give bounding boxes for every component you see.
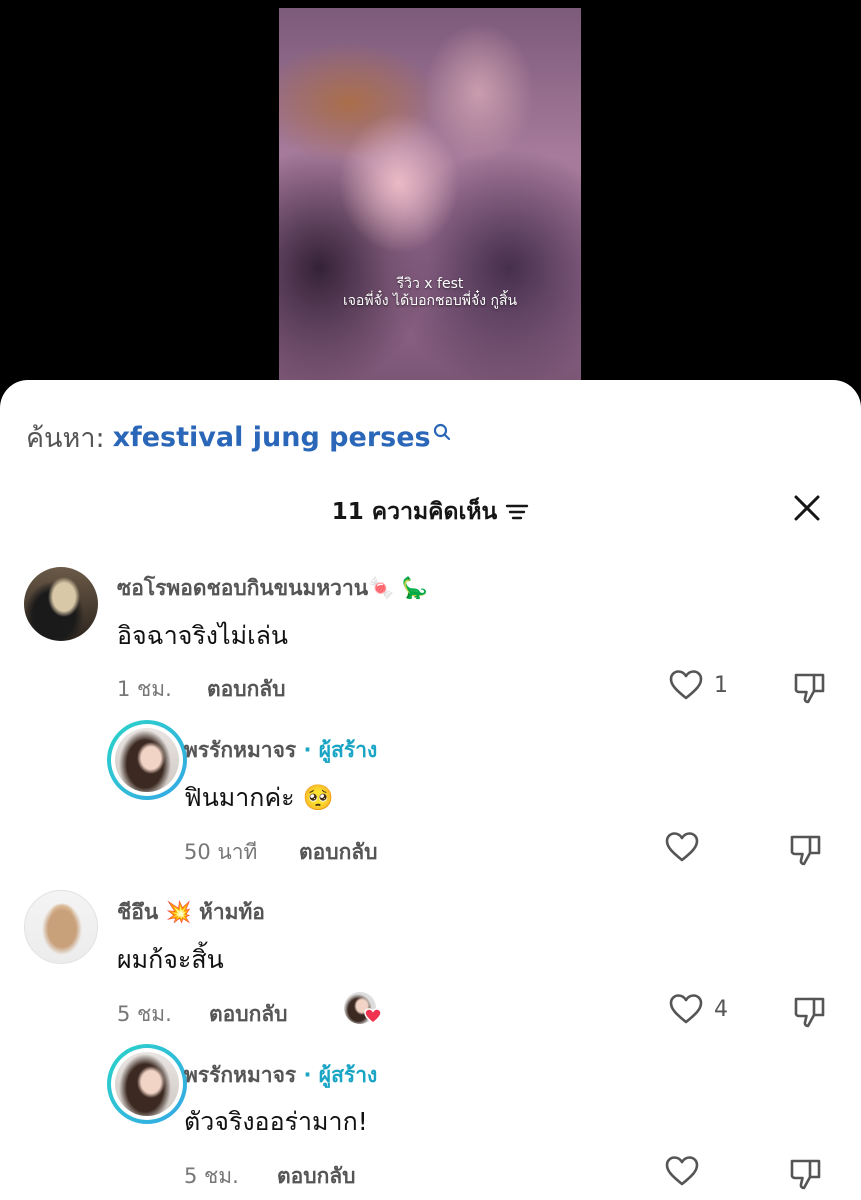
video-caption-line1: รีวิว x fest xyxy=(396,276,464,292)
comment-text: ฟินมากค่ะ 🥺 xyxy=(184,783,334,812)
close-icon xyxy=(794,495,820,521)
like-count: 4 xyxy=(714,996,728,1022)
comment-time: 5 ชม. xyxy=(117,1002,172,1026)
comment-time: 50 นาที xyxy=(184,840,258,864)
heart-filled-icon xyxy=(364,1008,382,1024)
comment-author[interactable]: ซอโรพอดชอบกินขนมหวาน🍬 🦕 xyxy=(117,572,428,605)
video-caption: รีวิว x fest เจอพี่จั๋ง ได้บอกชอบพี่จั๋ง… xyxy=(279,276,581,310)
reply-button[interactable]: ตอบกลับ xyxy=(277,1160,356,1193)
creator-avatar[interactable] xyxy=(107,720,187,800)
comment-time: 1 ชม. xyxy=(117,677,172,701)
related-search[interactable]: ค้นหา: xfestival jung perses xyxy=(26,416,451,459)
like-button[interactable] xyxy=(664,1155,710,1187)
thumbs-down-icon xyxy=(794,997,825,1028)
search-query-link[interactable]: xfestival jung perses xyxy=(113,422,431,453)
reply-button[interactable]: ตอบกลับ xyxy=(207,673,286,706)
search-icon[interactable] xyxy=(433,423,451,441)
video-preview[interactable]: รีวิว x fest เจอพี่จั๋ง ได้บอกชอบพี่จั๋ง… xyxy=(279,8,581,380)
heart-icon xyxy=(665,832,699,862)
author-name: พรรักหมาจร xyxy=(184,738,297,762)
dislike-button[interactable] xyxy=(792,993,828,1029)
dislike-button[interactable] xyxy=(788,1155,824,1191)
avatar[interactable] xyxy=(24,567,98,641)
author-name: พรรักหมาจร xyxy=(184,1063,297,1087)
creator-liked-badge xyxy=(344,992,382,1026)
thumbs-down-icon xyxy=(790,1159,821,1190)
comment-count-title: 11 ความคิดเห็น xyxy=(331,499,498,525)
heart-icon xyxy=(669,994,703,1024)
like-count: 1 xyxy=(714,672,728,698)
comment-author[interactable]: พรรักหมาจร · ผู้สร้าง xyxy=(184,1059,377,1092)
reply-button[interactable]: ตอบกลับ xyxy=(299,836,378,869)
dislike-button[interactable] xyxy=(792,669,828,705)
dislike-button[interactable] xyxy=(788,831,824,867)
thumbs-down-icon xyxy=(794,673,825,704)
comment-author[interactable]: พรรักหมาจร · ผู้สร้าง xyxy=(184,734,377,767)
creator-badge: · ผู้สร้าง xyxy=(303,1063,378,1087)
like-button[interactable] xyxy=(664,831,710,863)
comment-text: ตัวจริงออร่ามาก! xyxy=(184,1107,368,1136)
comment-text: อิจฉาจริงไม่เล่น xyxy=(117,621,289,650)
comment-author[interactable]: ชีอึน 💥 ห้ามท้อ xyxy=(117,896,265,929)
heart-icon xyxy=(669,670,703,700)
close-button[interactable] xyxy=(790,491,824,525)
sort-icon[interactable] xyxy=(505,502,529,522)
thumbs-down-icon xyxy=(790,835,821,866)
creator-avatar[interactable] xyxy=(107,1044,187,1124)
video-caption-line2: เจอพี่จั๋ง ได้บอกชอบพี่จั๋ง กูสิ้น xyxy=(342,293,518,309)
like-button[interactable]: 4 xyxy=(668,993,728,1025)
creator-badge: · ผู้สร้าง xyxy=(303,738,378,762)
comments-sheet: ค้นหา: xfestival jung perses 11 ความคิดเ… xyxy=(0,380,861,1200)
comment-time: 5 ชม. xyxy=(184,1164,239,1188)
reply-button[interactable]: ตอบกลับ xyxy=(209,998,288,1031)
search-label: ค้นหา: xyxy=(26,423,105,454)
comments-header: 11 ความคิดเห็น xyxy=(0,494,861,530)
like-button[interactable]: 1 xyxy=(668,669,728,701)
heart-icon xyxy=(665,1156,699,1186)
avatar[interactable] xyxy=(24,890,98,964)
comment-text: ผมก้จะสิ้น xyxy=(117,945,224,974)
